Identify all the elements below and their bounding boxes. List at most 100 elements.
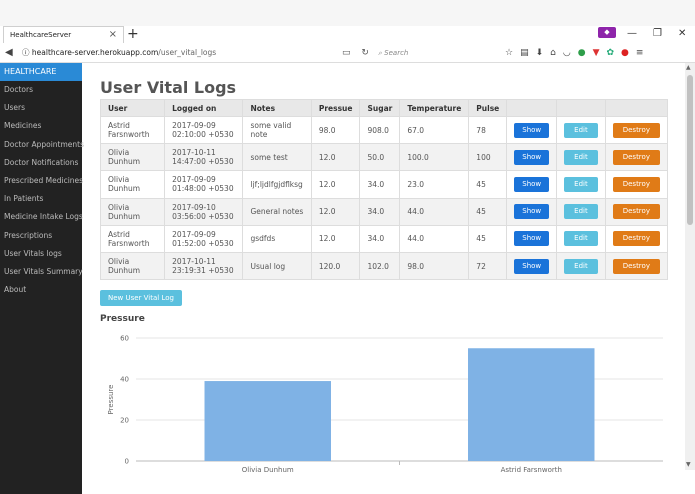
- sidebar: HEALTHCARE Doctors Users Medicines Docto…: [0, 63, 84, 494]
- column-header-show: [506, 99, 558, 117]
- destroy-button[interactable]: Destroy: [612, 176, 660, 192]
- cell-action-edit: Edit: [556, 143, 606, 172]
- chart-y-axis-label: Pressure: [107, 385, 115, 415]
- sidebar-item-prescribed-medicines[interactable]: Prescribed Medicines: [0, 172, 83, 190]
- minimize-icon[interactable]: —: [627, 26, 637, 42]
- cell-temperature: 98.0: [399, 251, 470, 281]
- scrollbar-thumb[interactable]: [687, 75, 693, 225]
- show-button[interactable]: Show: [514, 258, 550, 274]
- destroy-button[interactable]: Destroy: [612, 122, 660, 138]
- cell-sugar: 34.0: [359, 170, 401, 199]
- sidebar-item-doctor-appointments[interactable]: Doctor Appointments: [0, 136, 84, 154]
- cell-notes: General notes: [242, 197, 312, 226]
- destroy-button[interactable]: Destroy: [612, 258, 660, 274]
- scroll-down-icon[interactable]: ▼: [686, 461, 691, 468]
- cell-user: Olivia Dunhum: [99, 143, 166, 172]
- destroy-button[interactable]: Destroy: [612, 231, 660, 247]
- cell-temperature: 44.0: [399, 224, 470, 253]
- pressure-chart: 0 20 40 60 Olivia Dunhum Astrid Farsnworth P…: [107, 335, 663, 474]
- reload-icon[interactable]: ↻: [361, 48, 369, 58]
- pocket-icon[interactable]: ◡: [563, 48, 571, 58]
- browser-tab[interactable]: HealthcareServer ×: [3, 26, 124, 43]
- window-close-icon[interactable]: ✕: [678, 26, 686, 42]
- cell-sugar: 102.0: [359, 251, 401, 281]
- cell-notes: gsdfds: [242, 224, 312, 253]
- sidebar-item-users[interactable]: Users: [0, 99, 82, 117]
- cell-pulse: 100: [468, 143, 508, 172]
- sidebar-item-medicine-intake-logs[interactable]: Medicine Intake Logs: [0, 208, 83, 226]
- sidebar-item-medicines[interactable]: Medicines: [0, 117, 82, 135]
- cell-action-show: Show: [506, 115, 558, 145]
- search-icon: ⌕: [378, 49, 382, 57]
- url-path: /user_vital_logs: [158, 48, 217, 57]
- cell-action-edit: Edit: [556, 251, 606, 281]
- page-scrollbar[interactable]: ▲ ▼: [685, 63, 695, 470]
- cell-user: Olivia Dunhum: [99, 251, 166, 281]
- cell-action-show: Show: [506, 170, 558, 199]
- home-icon[interactable]: ⌂: [550, 48, 556, 58]
- edit-button[interactable]: Edit: [564, 231, 598, 247]
- sidebar-item-user-vitals-logs[interactable]: User Vitals logs: [0, 245, 82, 263]
- toolbar-icons: ☆ ▤ ⬇ ⌂ ◡ ● ▼ ✿ ● ≡: [505, 43, 643, 63]
- show-button[interactable]: Show: [514, 231, 550, 247]
- brand-link[interactable]: HEALTHCARE: [0, 63, 82, 81]
- column-header-edit: [556, 99, 606, 117]
- sidebar-item-in-patients[interactable]: In Patients: [0, 190, 82, 208]
- sidebar-item-user-vitals-summary[interactable]: User Vitals Summary: [0, 263, 83, 281]
- sidebar-item-doctor-notifications[interactable]: Doctor Notifications: [0, 154, 82, 172]
- back-icon[interactable]: ◀: [5, 43, 13, 63]
- library-icon[interactable]: ▤: [520, 48, 529, 58]
- sidebar-item-prescriptions[interactable]: Prescriptions: [0, 227, 82, 245]
- scroll-up-icon[interactable]: ▲: [686, 64, 691, 71]
- extension-puzzle-icon[interactable]: ✿: [607, 48, 615, 58]
- cell-temperature: 67.0: [399, 115, 470, 145]
- sidebar-item-about[interactable]: About: [0, 281, 82, 299]
- sidebar-item-doctors[interactable]: Doctors: [0, 81, 82, 99]
- cell-logged-on: 2017-09-09 01:48:00 +0530: [164, 170, 244, 199]
- maximize-icon[interactable]: ❐: [653, 26, 662, 42]
- new-tab-icon[interactable]: +: [127, 26, 139, 42]
- edit-button[interactable]: Edit: [564, 122, 598, 138]
- cell-action-destroy: Destroy: [604, 224, 669, 253]
- cell-pulse: 78: [468, 115, 508, 145]
- edit-button[interactable]: Edit: [564, 149, 598, 165]
- column-header-temperature: Temperature: [399, 99, 470, 117]
- edit-button[interactable]: Edit: [564, 176, 598, 192]
- search-input[interactable]: ⌕ Search: [378, 46, 498, 60]
- url-actions: ▭ ↻: [342, 43, 369, 63]
- show-button[interactable]: Show: [514, 176, 550, 192]
- column-header-pressure: Pressue: [310, 99, 361, 117]
- show-button[interactable]: Show: [514, 204, 550, 220]
- destroy-button[interactable]: Destroy: [612, 149, 660, 165]
- url-host: healthcare-server.herokuapp.com: [31, 48, 159, 57]
- column-header-user: User: [99, 99, 166, 117]
- cell-pressure: 120.0: [310, 251, 361, 281]
- cell-action-show: Show: [506, 251, 558, 281]
- table-row: Olivia Dunhum 2017-09-09 01:48:00 +0530 lj…: [99, 170, 669, 199]
- main-content: User Vital Logs User Logged on Notes Pre…: [99, 63, 669, 281]
- edit-button[interactable]: Edit: [564, 204, 598, 220]
- download-icon[interactable]: ⬇: [536, 48, 544, 58]
- column-header-pulse: Pulse: [468, 99, 508, 117]
- tab-close-icon[interactable]: ×: [109, 27, 117, 43]
- chart-bar[interactable]: [468, 348, 595, 461]
- info-icon[interactable]: ⓘ: [22, 48, 30, 57]
- extension-red-icon[interactable]: ●: [621, 48, 629, 58]
- url-bar[interactable]: ⓘ healthcare-server.herokuapp.com/user_v…: [22, 45, 362, 61]
- cell-action-destroy: Destroy: [604, 251, 669, 281]
- show-button[interactable]: Show: [514, 122, 550, 138]
- show-button[interactable]: Show: [514, 149, 550, 165]
- extension-mask-icon[interactable]: ◆: [598, 27, 616, 38]
- menu-icon[interactable]: ≡: [636, 48, 644, 58]
- cell-notes: ljf;ljdlfgjdflksg: [242, 170, 312, 199]
- edit-button[interactable]: Edit: [564, 258, 598, 274]
- destroy-button[interactable]: Destroy: [612, 204, 660, 220]
- reader-icon[interactable]: ▭: [342, 48, 351, 58]
- page-title: User Vital Logs: [100, 78, 237, 97]
- extension-green-icon[interactable]: ●: [578, 48, 586, 58]
- cell-action-destroy: Destroy: [604, 143, 669, 172]
- bookmark-star-icon[interactable]: ☆: [505, 48, 513, 58]
- extension-shield-icon[interactable]: ▼: [593, 48, 600, 58]
- new-user-vital-log-button[interactable]: New User Vital Log: [100, 290, 182, 306]
- chart-bar[interactable]: [204, 381, 331, 461]
